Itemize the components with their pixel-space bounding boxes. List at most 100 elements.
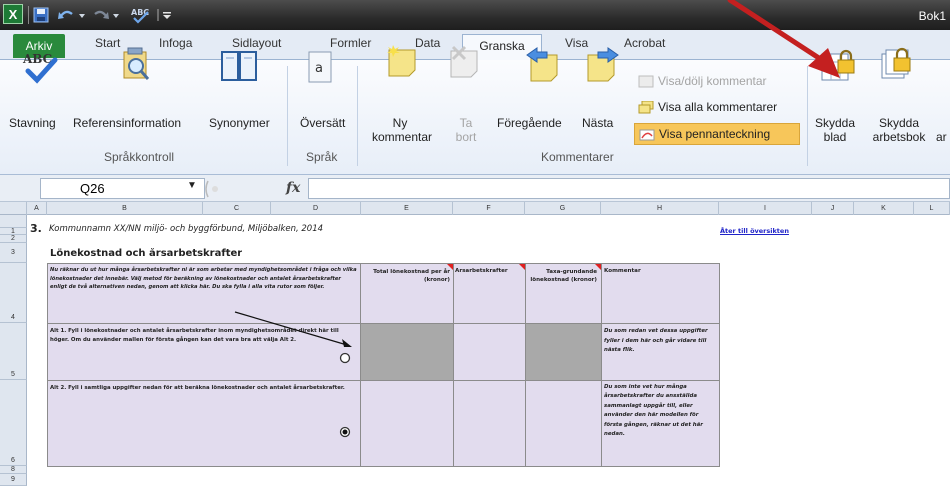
column-header[interactable]: B: [47, 202, 203, 215]
input-tax-cost-alt2[interactable]: [525, 380, 602, 467]
workbook-lock-icon: [881, 47, 911, 79]
new-comment-icon: [387, 45, 416, 77]
intro-text: Nu räknar du ut hur många årsarbetskraft…: [50, 267, 357, 291]
new-comment-label-line2: kommentar: [372, 130, 433, 144]
header-total-cost-text: Total lönekostnad per år (kronor): [373, 269, 450, 283]
section-number: 3.: [30, 222, 42, 235]
alt1-comment-text: Du som redan vet dessa uppgifter fyller …: [604, 328, 708, 353]
name-box-dropdown-icon[interactable]: ▼: [187, 180, 197, 191]
row-header[interactable]: 3: [0, 243, 27, 263]
column-header[interactable]: F: [453, 202, 525, 215]
select-all-corner[interactable]: [0, 202, 27, 215]
show-all-comments-icon: [638, 100, 654, 114]
delete-comment-icon: [450, 45, 478, 78]
input-tax-cost-alt1[interactable]: [525, 323, 602, 381]
qat-separator: [28, 6, 29, 24]
next-comment-icon: [587, 47, 619, 82]
column-header[interactable]: J: [812, 202, 854, 215]
alt2-cell[interactable]: [47, 380, 361, 467]
new-comment-label-line1: Ny: [392, 116, 408, 130]
excel-window: X ABC Bok1 Arkiv Start Infoga Sidlayout …: [0, 0, 950, 486]
protect-sheet-label-line2: blad: [823, 130, 847, 144]
delete-comment-label-line1: Ta: [459, 116, 473, 130]
window-title: Bok1: [918, 9, 946, 23]
alt2-comment-text: Du som inte vet hur många årsarbetskraft…: [604, 384, 703, 438]
column-header[interactable]: K: [854, 202, 914, 215]
show-ink-button[interactable]: Visa pennanteckning: [634, 123, 800, 145]
new-comment-label: Ny kommentar: [372, 116, 432, 144]
protect-workbook-label-line1: Skydda: [878, 116, 920, 130]
show-ink-icon: [639, 129, 655, 141]
row-header[interactable]: 5: [0, 323, 27, 380]
group-separator: [287, 66, 288, 166]
group-separator: [357, 66, 358, 166]
thesaurus-label: Synonymer: [209, 116, 270, 130]
formula-input[interactable]: [308, 178, 950, 199]
alt2-option-button[interactable]: [339, 426, 351, 438]
spelling-label: Stavning: [9, 116, 56, 130]
alt2-text: Alt 2. Fyll i samtliga uppgifter nedan f…: [50, 385, 345, 391]
column-header[interactable]: H: [601, 202, 719, 215]
group-language-label: Språk: [306, 150, 338, 164]
redo-icon[interactable]: [94, 7, 122, 23]
section-heading: Lönekostnad och årsarbetskrafter: [50, 248, 243, 259]
spellcheck-icon[interactable]: ABC: [130, 6, 152, 24]
row-header[interactable]: 4: [0, 263, 27, 323]
undo-icon[interactable]: [58, 7, 88, 23]
previous-comment-icon: [526, 47, 558, 82]
column-header[interactable]: G: [525, 202, 601, 215]
formula-bar-divider-icon: [205, 180, 218, 198]
tab-acrobat[interactable]: Acrobat: [624, 36, 665, 50]
column-header[interactable]: L: [914, 202, 950, 215]
insert-function-icon[interactable]: fx: [286, 180, 300, 196]
translate-icon: a: [308, 51, 332, 83]
column-header[interactable]: A: [27, 202, 47, 215]
row-header[interactable]: 8: [0, 466, 27, 474]
back-to-overview-link[interactable]: Åter till översikten: [720, 227, 789, 235]
row-header[interactable]: 1: [0, 227, 27, 235]
excel-logo-icon[interactable]: X: [3, 4, 23, 24]
show-all-comments-label: Visa alla kommentarer: [658, 100, 778, 114]
protect-sheet-label: Skydda blad: [813, 116, 857, 144]
input-fte-alt1[interactable]: [453, 323, 526, 381]
partial-button-label[interactable]: ar: [936, 130, 947, 144]
tab-insert[interactable]: Infoga: [159, 36, 192, 50]
name-box[interactable]: Q26: [40, 178, 205, 199]
translate-icon-text: a: [315, 61, 323, 76]
header-fte-text: Årsarbetskrafter: [455, 268, 508, 274]
previous-comment-label: Föregående: [497, 116, 562, 130]
show-all-comments-button[interactable]: Visa alla kommentarer: [638, 98, 777, 116]
column-header[interactable]: E: [361, 202, 453, 215]
research-label: Referensinformation: [73, 116, 182, 130]
column-header[interactable]: D: [271, 202, 361, 215]
input-total-cost-alt2[interactable]: [360, 380, 454, 467]
input-fte-alt2[interactable]: [453, 380, 526, 467]
row-header[interactable]: 9: [0, 474, 27, 486]
thesaurus-icon: [221, 51, 257, 81]
protect-workbook-label-line2: arbetsbok: [872, 130, 926, 144]
spelling-icon-text: ABC: [22, 52, 52, 66]
sheet-title: Kommunnamn XX/NN miljö- och byggförbund,…: [49, 224, 324, 234]
protect-workbook-label: Skydda arbetsbok: [864, 116, 934, 144]
input-total-cost-alt1[interactable]: [360, 323, 454, 381]
formula-bar: Q26 ▼ fx: [0, 175, 950, 202]
group-proofing-label: Språkkontroll: [104, 150, 175, 164]
row-header[interactable]: 6: [0, 380, 27, 466]
research-icon: [123, 47, 150, 80]
column-header[interactable]: C: [203, 202, 271, 215]
row-header-spacer: [0, 215, 27, 227]
save-icon[interactable]: [33, 7, 49, 23]
translate-label: Översätt: [300, 116, 346, 130]
alt1-option-button[interactable]: [339, 352, 351, 364]
group-comments-label: Kommentarer: [541, 150, 614, 164]
protect-sheet-label-line1: Skydda: [814, 116, 856, 130]
header-comment-text: Kommentar: [604, 268, 641, 274]
delete-comment-label-line2: bort: [455, 130, 477, 144]
tab-formulas[interactable]: Formler: [330, 36, 371, 50]
delete-comment-label: Ta bort: [448, 116, 484, 144]
row-header[interactable]: 2: [0, 235, 27, 243]
tab-start[interactable]: Start: [95, 36, 120, 50]
customize-qat-icon[interactable]: [156, 7, 178, 23]
column-header[interactable]: I: [719, 202, 812, 215]
annotation-arrow-black: [234, 311, 352, 347]
